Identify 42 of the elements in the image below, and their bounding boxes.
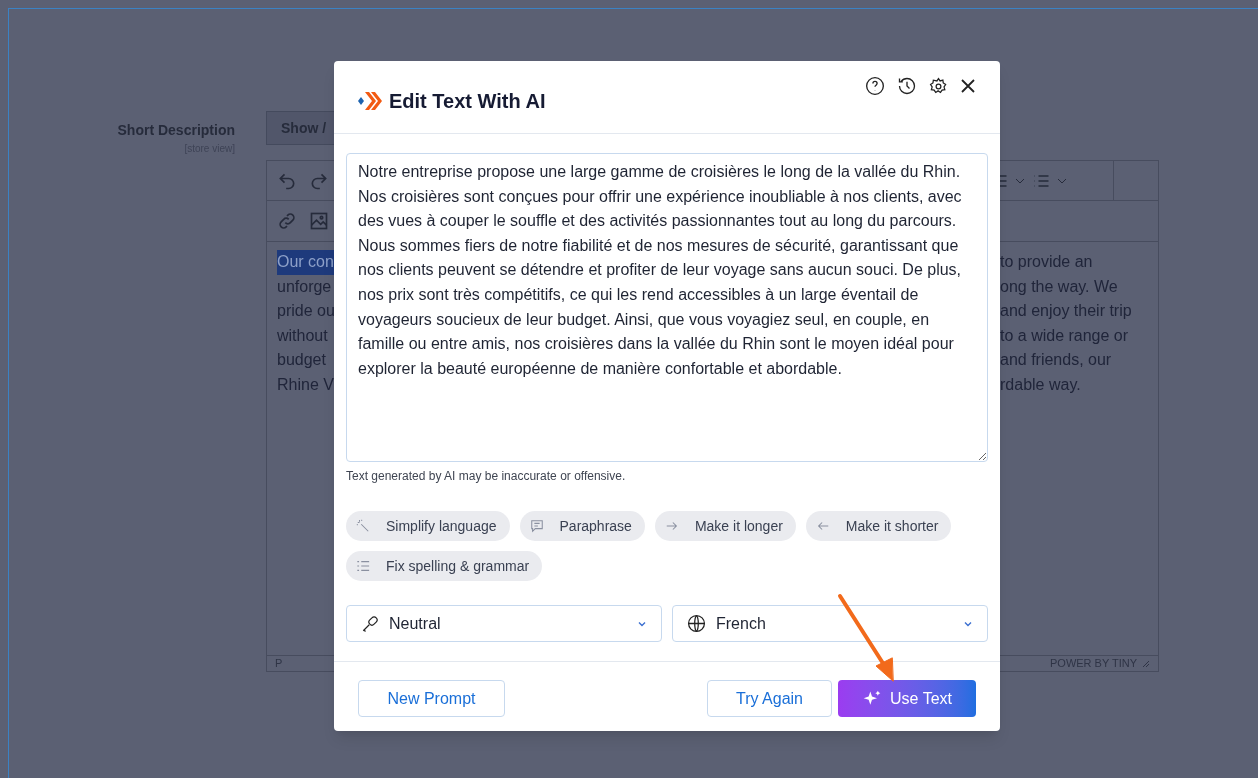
action-chip[interactable]: Simplify language xyxy=(346,511,510,541)
tone-select[interactable]: Neutral xyxy=(346,605,662,642)
resize-handle-icon[interactable] xyxy=(1141,659,1150,668)
logo-icon xyxy=(358,90,382,112)
help-icon[interactable] xyxy=(865,76,885,96)
language-value: French xyxy=(716,613,766,634)
action-chip[interactable]: Make it longer xyxy=(654,511,796,541)
image-icon[interactable] xyxy=(309,211,329,231)
editor-text-line: unforge xyxy=(277,276,332,297)
microphone-icon xyxy=(361,614,379,633)
action-chip[interactable]: Paraphrase xyxy=(519,511,645,541)
tone-value: Neutral xyxy=(389,613,441,634)
try-again-button[interactable]: Try Again xyxy=(707,680,832,717)
editor-text-line: rdable way. xyxy=(1000,374,1081,395)
generated-text-field[interactable]: Notre entreprise propose une large gamme de croisières le long de la vallée du Rhin. Nos croisières sont conçues pour offrir une expérience inoubliable à nos clients, avec des vues à couper le souffle et des activités passionnantes tout au long du parcours. Nous sommes fiers de notre fiabilité et de nos mesures de sécurité, garantissant que nos clients peuvent se détendre et profiter de leur voyage sans aucun souci. De plus, nos prix sont très compétitifs, ce qui les rend accessibles à un large éventail de voyageurs soucieux de leur budget. Ainsi, que vous voyagiez seul, en couple, en famille ou entre amis, nos croisières dans la vallée du Rhin sont le moyen idéal pour explorer la beauté européenne de manière confortable et abordable. xyxy=(346,153,988,462)
globe-icon xyxy=(687,614,706,633)
arrow-left-icon xyxy=(815,519,830,533)
link-icon[interactable] xyxy=(277,211,297,231)
editor-text-line: to provide an xyxy=(1000,252,1093,272)
new-prompt-button[interactable]: New Prompt xyxy=(358,680,505,717)
ai-disclaimer: Text generated by AI may be inaccurate or offensive. xyxy=(346,468,627,485)
comment-icon xyxy=(529,519,544,533)
magic-wand-icon xyxy=(356,519,370,533)
language-select[interactable]: French xyxy=(672,605,988,642)
editor-text-line: and enjoy their trip xyxy=(1000,301,1132,322)
editor-text-line: and friends, our xyxy=(1000,350,1112,371)
editor-text-line: without xyxy=(277,325,328,346)
action-chip[interactable]: Make it shorter xyxy=(805,511,952,541)
settings-icon[interactable] xyxy=(929,76,948,96)
list-icon xyxy=(356,559,370,573)
editor-text-line: ong the way. We xyxy=(1000,276,1118,297)
editor-text-line: to a wide range or xyxy=(1000,325,1129,346)
use-text-button[interactable]: Use Text xyxy=(838,680,976,717)
arrow-right-icon xyxy=(664,519,679,533)
action-chip[interactable]: Fix spelling & grammar xyxy=(346,551,543,581)
editor-text-line: budget xyxy=(277,350,326,371)
close-icon[interactable] xyxy=(960,78,976,94)
history-icon[interactable] xyxy=(897,76,917,96)
field-label: Short Description xyxy=(117,121,235,140)
dialog-title: Edit Text With AI xyxy=(389,89,546,114)
editor-text-line: pride ou xyxy=(277,301,335,322)
editor-text-line: Rhine V xyxy=(277,374,334,395)
